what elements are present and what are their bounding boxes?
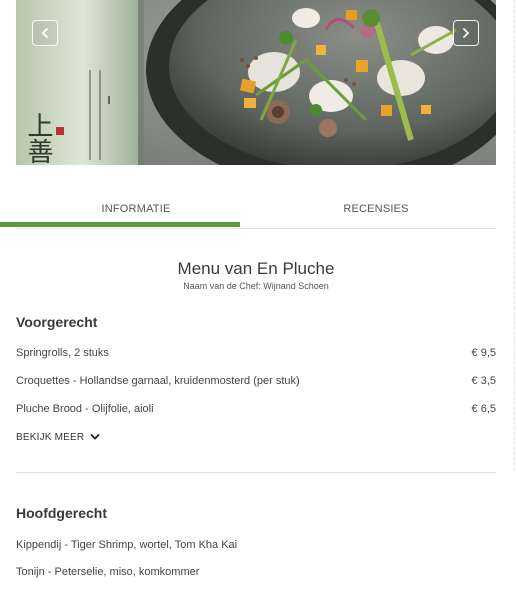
menu-item-name: Tonijn - Peterselie, miso, komkommer: [16, 566, 200, 578]
menu-item-price: € 9,5: [471, 347, 496, 359]
menu-item-name: Kippendij - Tiger Shrimp, wortel, Tom Kh…: [16, 539, 238, 551]
chef-name: Naam van de Chef: Wijnand Schoen: [183, 281, 329, 291]
tab-recensies[interactable]: RECENSIES: [256, 195, 496, 229]
see-more-label: BEKIJK MEER: [16, 431, 85, 443]
menu-item-name: Springrolls, 2 stuks: [16, 347, 109, 359]
menu-item-name: Croquettes - Hollandse garnaal, kruidenm…: [16, 375, 300, 387]
menu-title: Menu van En Pluche: [177, 259, 335, 278]
page-edge-rule: [514, 0, 515, 470]
chevron-left-icon: [41, 28, 48, 38]
section-divider: [16, 472, 496, 473]
section-heading-voorgerecht: Voorgerecht: [16, 314, 98, 330]
menu-item: Croquettes - Hollandse garnaal, kruidenm…: [16, 375, 496, 391]
section-heading-hoofdgerecht: Hoofdgerecht: [16, 505, 107, 521]
carousel-prev-button[interactable]: [32, 20, 58, 46]
active-tab-indicator: [0, 222, 240, 227]
menu-item: Tonijn - Peterselie, miso, komkommer: [16, 566, 496, 582]
menu-item-price: € 3,5: [471, 375, 496, 387]
menu-item: Pluche Brood - Olijfolie, aioli € 6,5: [16, 403, 496, 419]
hero-photo-carousel[interactable]: 上善如水: [16, 0, 496, 165]
dish-photo: 上善如水: [16, 0, 496, 165]
bottle-lettering: 上善如水: [23, 112, 53, 165]
carousel-next-button[interactable]: [453, 20, 479, 46]
menu-item: Springrolls, 2 stuks € 9,5: [16, 347, 496, 363]
menu-item-price: € 6,5: [471, 403, 496, 415]
menu-item: Kippendij - Tiger Shrimp, wortel, Tom Kh…: [16, 539, 496, 555]
see-more-button[interactable]: BEKIJK MEER: [16, 430, 100, 444]
chevron-down-icon: [90, 433, 100, 441]
menu-item-name: Pluche Brood - Olijfolie, aioli: [16, 403, 154, 415]
chevron-right-icon: [463, 28, 470, 38]
